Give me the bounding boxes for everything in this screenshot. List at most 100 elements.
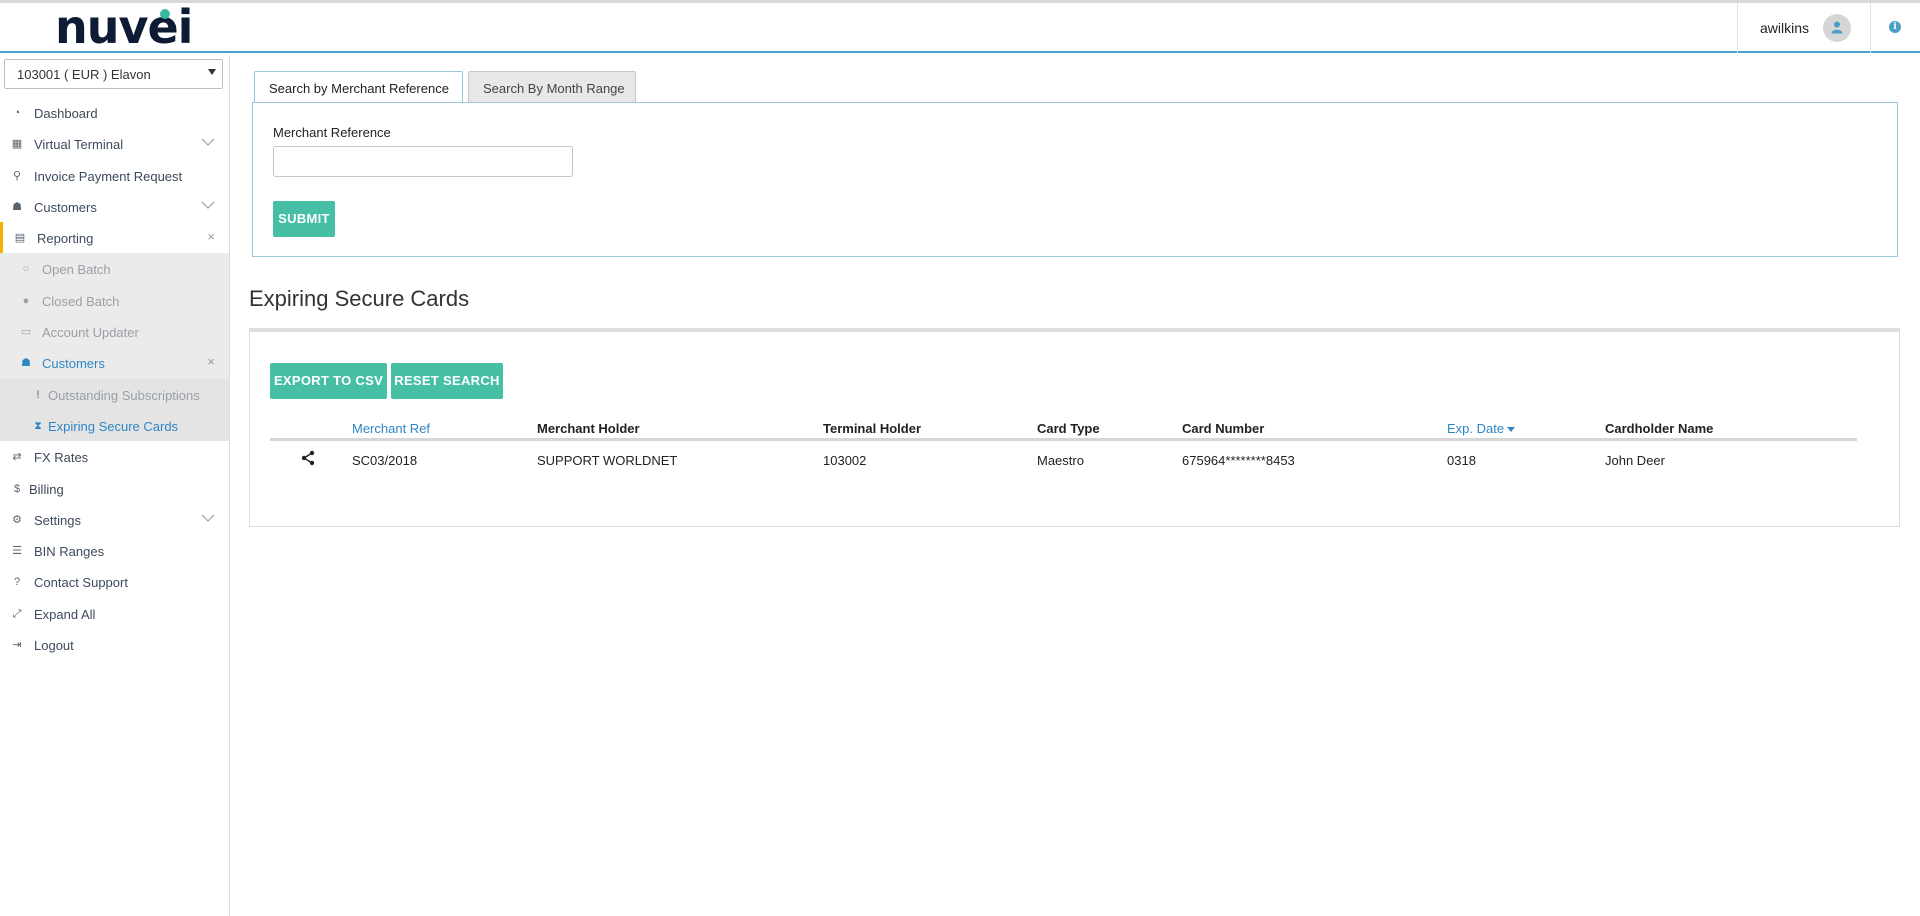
sidebar-item-label: Invoice Payment Request — [34, 168, 183, 184]
account-select-value: 103001 ( EUR ) Elavon — [17, 67, 151, 82]
cell-terminal-holder: 103002 — [823, 453, 867, 468]
sidebar-item-label: Virtual Terminal — [34, 137, 124, 153]
sidebar-item-logout[interactable]: ⇥ Logout — [0, 629, 229, 660]
expand-icon: ⤢ — [12, 607, 22, 620]
sidebar-item-closed-batch[interactable]: ● Closed Batch — [0, 284, 229, 317]
cell-merchant-holder: SUPPORT WORLDNET — [537, 453, 678, 468]
column-header-cardholder-name: Cardholder Name — [1605, 421, 1714, 436]
chevron-down-icon — [201, 514, 215, 522]
cell-exp-date: 0318 — [1447, 453, 1476, 468]
nuvei-logo[interactable]: nuvei — [55, 4, 193, 50]
sidebar-item-label: Expiring Secure Cards — [48, 418, 179, 434]
sidebar-item-label: Dashboard — [34, 106, 98, 121]
info-icon[interactable]: i — [1889, 21, 1901, 33]
sidebar-item-expiring-secure-cards[interactable]: ⧗ Expiring Secure Cards — [0, 409, 229, 442]
sidebar-item-label: Customers — [42, 356, 105, 372]
sidebar-item-account-updater[interactable]: ▭ Account Updater — [0, 316, 229, 348]
cell-merchant-ref: SC03/2018 — [352, 453, 418, 468]
sign-out-icon: ⇥ — [12, 639, 22, 652]
users-icon: ☗ — [21, 357, 31, 370]
sidebar-nav: ◔ Dashboard ▦ Virtual Terminal ⚲ Invoice… — [0, 97, 229, 660]
link-icon: ⚲ — [12, 169, 22, 182]
sidebar-item-label: Settings — [34, 512, 81, 528]
page-title: Expiring Secure Cards — [249, 286, 470, 311]
cell-card-type: Maestro — [1037, 453, 1084, 468]
column-header-merchant-holder: Merchant Holder — [537, 421, 640, 436]
circle-filled-icon: ● — [22, 294, 30, 307]
results-panel: EXPORT TO CSV RESET SEARCH Merchant Ref … — [249, 328, 1900, 527]
sidebar-item-label: Outstanding Subscriptions — [48, 387, 200, 403]
column-header-terminal-holder: Terminal Holder — [823, 421, 922, 436]
user-name: awilkins — [1760, 20, 1810, 36]
sidebar-item-label: Open Batch — [42, 262, 111, 278]
cell-card-number: 675964********8453 — [1182, 453, 1295, 468]
cell-cardholder-name: John Deer — [1605, 453, 1665, 468]
column-header-merchant-ref[interactable]: Merchant Ref — [352, 421, 430, 436]
close-icon[interactable]: × — [207, 229, 215, 244]
column-header-card-number: Card Number — [1182, 421, 1265, 436]
exclamation-icon: ! — [36, 388, 40, 401]
exchange-icon: ⇄ — [12, 451, 22, 464]
caret-down-icon — [208, 69, 216, 75]
file-icon: ▤ — [14, 232, 26, 245]
sidebar-item-dashboard[interactable]: ◔ Dashboard — [0, 97, 229, 128]
hourglass-icon: ⧗ — [34, 419, 42, 432]
sidebar-item-billing[interactable]: $ Billing — [0, 473, 229, 504]
sidebar-item-fx-rates[interactable]: ⇄ FX Rates — [0, 441, 229, 472]
sidebar-item-reporting[interactable]: ▤ Reporting × — [0, 222, 229, 254]
submit-button[interactable]: SUBMIT — [273, 201, 335, 237]
sidebar-item-label: Billing — [29, 481, 64, 497]
sidebar-item-invoice-payment-request[interactable]: ⚲ Invoice Payment Request — [0, 160, 229, 191]
sidebar-item-label: BIN Ranges — [34, 544, 105, 560]
avatar[interactable] — [1823, 14, 1851, 42]
column-header-card-type: Card Type — [1037, 421, 1100, 436]
circle-outline-icon: ○ — [22, 263, 30, 276]
sort-desc-icon — [1507, 427, 1516, 433]
sidebar-item-expand-all[interactable]: ⤢ Expand All — [0, 598, 229, 629]
sidebar-item-open-batch[interactable]: ○ Open Batch — [0, 253, 229, 285]
tab-merchant-reference[interactable]: Search by Merchant Reference — [254, 71, 463, 103]
calculator-icon: ▦ — [11, 138, 23, 151]
sidebar-item-outstanding-subscriptions[interactable]: ! Outstanding Subscriptions — [0, 378, 229, 410]
export-csv-button[interactable]: EXPORT TO CSV — [270, 363, 387, 399]
sidebar-item-label: Closed Batch — [42, 293, 120, 309]
sidebar-item-label: Expand All — [34, 606, 96, 622]
dashboard-icon: ◔ — [13, 107, 21, 119]
sidebar-item-label: Account Updater — [42, 325, 139, 341]
merchant-reference-input[interactable] — [273, 146, 573, 177]
question-icon: ? — [13, 576, 21, 589]
tab-month-range[interactable]: Search By Month Range — [468, 71, 636, 102]
cogs-icon: ⚙ — [12, 513, 22, 526]
merchant-reference-label: Merchant Reference — [273, 125, 391, 140]
sidebar-item-reporting-customers[interactable]: ☗ Customers × — [0, 347, 229, 379]
sidebar-item-settings[interactable]: ⚙ Settings — [0, 504, 229, 535]
users-icon: ☗ — [12, 200, 22, 213]
user-icon — [1831, 21, 1843, 34]
list-icon: ☰ — [12, 545, 22, 558]
reset-search-button[interactable]: RESET SEARCH — [391, 363, 503, 399]
user-menu[interactable]: awilkins — [1737, 3, 1871, 53]
account-select[interactable]: 103001 ( EUR ) Elavon — [4, 59, 223, 89]
credit-card-icon: ▭ — [20, 326, 32, 339]
logo-dot — [160, 9, 170, 19]
chevron-down-icon — [201, 201, 215, 209]
sidebar-item-virtual-terminal[interactable]: ▦ Virtual Terminal — [0, 128, 229, 159]
table-header: Merchant Ref Merchant Holder Terminal Ho… — [270, 413, 1857, 441]
sidebar-item-label: Reporting — [37, 231, 94, 247]
share-icon[interactable] — [300, 450, 316, 466]
sidebar-item-label: Logout — [34, 638, 74, 654]
app-header: nuvei awilkins i — [0, 3, 1920, 53]
dollar-icon: $ — [13, 482, 21, 495]
table-row: SC03/2018 SUPPORT WORLDNET 103002 Maestr… — [270, 444, 1857, 474]
sidebar: 103001 ( EUR ) Elavon ◔ Dashboard ▦ Virt… — [0, 55, 230, 916]
sidebar-item-label: FX Rates — [34, 450, 89, 466]
column-header-exp-date[interactable]: Exp. Date — [1447, 421, 1516, 436]
sidebar-item-label: Contact Support — [34, 575, 128, 591]
search-panel: Merchant Reference SUBMIT — [252, 102, 1898, 257]
column-header-exp-date-label: Exp. Date — [1447, 421, 1505, 436]
sidebar-item-contact-support[interactable]: ? Contact Support — [0, 566, 229, 597]
sidebar-item-bin-ranges[interactable]: ☰ BIN Ranges — [0, 535, 229, 566]
chevron-down-icon — [201, 138, 215, 147]
close-icon[interactable]: × — [207, 354, 215, 369]
sidebar-item-customers[interactable]: ☗ Customers — [0, 191, 229, 222]
